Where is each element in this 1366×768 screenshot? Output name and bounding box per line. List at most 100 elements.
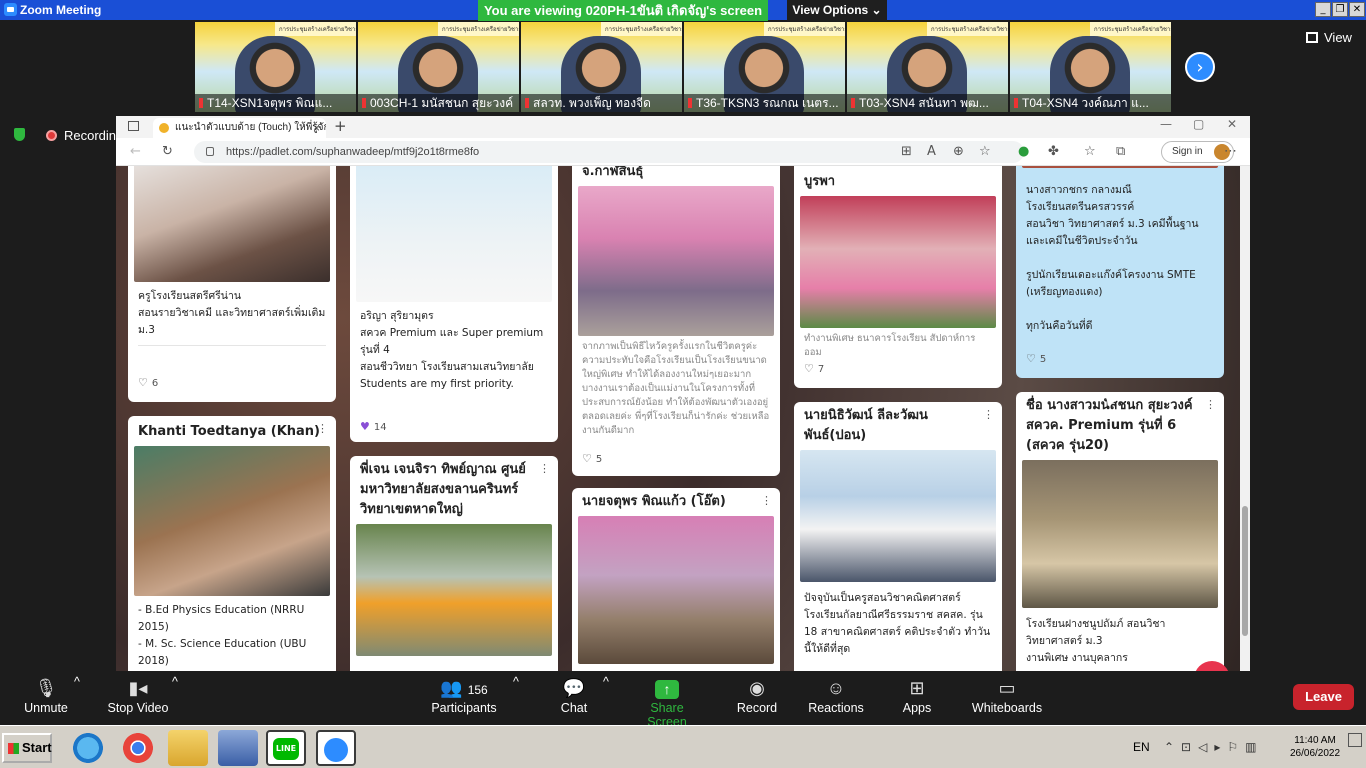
participant-name: T03-XSN4 สนันทา พฒ... <box>847 94 1008 112</box>
new-tab-button[interactable]: + <box>334 117 347 135</box>
chat-button[interactable]: 💬 Chat <box>556 675 592 715</box>
clock-time: 11:40 AM <box>1294 735 1336 746</box>
audio-options-caret-icon[interactable]: ^ <box>74 675 80 689</box>
scrollbar-thumb[interactable] <box>1242 506 1248 636</box>
zoom-icon[interactable]: ⊕ <box>953 144 964 159</box>
post-body: ครูโรงเรียนสตรีศรีน่าน สอนรายวิชาเคมี แล… <box>138 290 326 336</box>
like-button[interactable]: ♡ 6 <box>128 376 168 389</box>
post-card[interactable]: จ.กาฬสินธุ์ จากภาพเป็นพิธีไหว้ครูครั้งแร… <box>572 166 780 476</box>
record-button[interactable]: ◉ Record <box>735 675 779 715</box>
chat-caret-icon[interactable]: ^ <box>603 675 609 689</box>
collections-icon[interactable]: ⧉ <box>1116 144 1125 159</box>
video-options-caret-icon[interactable]: ^ <box>172 675 178 689</box>
tab-close-icon[interactable]: × <box>313 118 320 138</box>
read-aloud-icon[interactable]: A <box>927 144 936 159</box>
like-button[interactable]: ♡ 5 <box>572 452 612 465</box>
url-text: https://padlet.com/suphanwadeep/mtf9j2o1… <box>226 146 480 158</box>
post-menu-icon[interactable]: ⋮ <box>317 422 328 435</box>
internet-explorer-icon[interactable] <box>68 730 108 766</box>
post-menu-icon[interactable]: ⋮ <box>761 494 772 507</box>
zoom-app-icon[interactable] <box>316 730 356 766</box>
stop-video-label: Stop Video <box>107 701 169 715</box>
post-card[interactable]: ⋮ พี่เจน เจนจิรา ทิพย์ญาณ ศูนย์มหาวิทยาล… <box>350 456 558 671</box>
address-bar[interactable]: https://padlet.com/suphanwadeep/mtf9j2o1… <box>194 141 1024 163</box>
participant-name: T04-XSN4 วงค์ณภา แ... <box>1010 94 1171 112</box>
participant-thumbnail[interactable]: การประชุมสร้างเครือข่ายวิชาการ T14-XSN1จ… <box>195 22 356 112</box>
tab-title: แนะนำตัวแบบด้าย (Touch) ให้พี่รู้จัก <box>175 122 326 133</box>
apps-button[interactable]: ⊞ Apps <box>900 675 934 715</box>
tab-actions-icon[interactable] <box>128 121 139 131</box>
participant-thumbnail[interactable]: การประชุมสร้างเครือข่ายวิชาการ T04-XSN4 … <box>1010 22 1171 112</box>
post-card[interactable]: ⋮ Khanti Toedtanya (Khan) - B.Ed Physics… <box>128 416 336 671</box>
line-app-icon[interactable]: LINE <box>266 730 306 766</box>
chat-label: Chat <box>560 701 588 715</box>
chrome-icon[interactable] <box>118 730 158 766</box>
extensions-icon[interactable]: ✤ <box>1048 144 1059 159</box>
participant-name: T14-XSN1จตุพร พิณแ... <box>195 94 356 112</box>
participant-thumbnail[interactable]: การประชุมสร้างเครือข่ายวิชาการ สลวท. พวง… <box>521 22 682 112</box>
like-button[interactable]: ♡ 5 <box>1016 352 1056 365</box>
like-count: 5 <box>1039 354 1047 365</box>
app-available-icon[interactable]: ⊞ <box>901 144 912 159</box>
back-icon[interactable]: ← <box>130 144 141 159</box>
network-app-icon[interactable] <box>218 730 258 766</box>
apps-grid-icon: ⊞ <box>909 678 925 698</box>
post-card[interactable]: อริญา สุริยามุตร สควค Premium และ Super … <box>350 166 558 442</box>
browser-nav-bar: ← ↻ https://padlet.com/suphanwadeep/mtf9… <box>116 138 1250 166</box>
leave-button[interactable]: Leave <box>1293 684 1354 710</box>
participant-thumbnail[interactable]: การประชุมสร้างเครือข่ายวิชาการ T03-XSN4 … <box>847 22 1008 112</box>
language-indicator[interactable]: EN <box>1133 740 1150 754</box>
start-button[interactable]: Start <box>2 733 52 763</box>
post-card[interactable]: ครูโรงเรียนสตรีศรีน่าน สอนรายวิชาเคมี แล… <box>128 166 336 402</box>
tab-favicon-icon <box>159 123 169 133</box>
favorites-icon[interactable]: ☆ <box>1084 144 1096 159</box>
heart-icon: ♥ <box>360 420 370 433</box>
post-image <box>800 450 996 582</box>
browser-tab-bar: แนะนำตัวแบบด้าย (Touch) ให้พี่รู้จัก × +… <box>116 116 1250 138</box>
participant-thumbnail[interactable]: การประชุมสร้างเครือข่ายวิชาการ T36-TKSN3… <box>684 22 845 112</box>
security-shield-icon[interactable] <box>14 128 25 141</box>
unmute-label: Unmute <box>24 701 68 715</box>
browser-close-icon[interactable]: ✕ <box>1227 117 1237 131</box>
file-explorer-icon[interactable] <box>168 730 208 766</box>
view-options-button[interactable]: View Options ⌄ <box>787 0 887 21</box>
minimize-button[interactable]: _ <box>1315 2 1331 17</box>
close-button[interactable]: ✕ <box>1349 2 1365 17</box>
like-button[interactable]: ♡ 7 <box>794 362 834 375</box>
reload-icon[interactable]: ↻ <box>162 144 173 159</box>
post-menu-icon[interactable]: ⋮ <box>539 462 550 475</box>
post-menu-icon[interactable]: ⋮ <box>983 408 994 421</box>
clock[interactable]: 11:40 AM 26/06/2022 <box>1290 734 1340 760</box>
post-card[interactable]: ⋮ นายจตุพร พิณแก้ว (โอ๊ต) <box>572 488 780 671</box>
thumbnail-banner: การประชุมสร้างเครือข่ายวิชาการ <box>764 22 845 36</box>
maximize-button[interactable]: ❐ <box>1332 2 1348 17</box>
next-page-icon[interactable]: › <box>1185 52 1215 82</box>
participant-thumbnail[interactable]: การประชุมสร้างเครือข่ายวิชาการ 003CH-1 ม… <box>358 22 519 112</box>
tray-icons[interactable]: ⌃⊡◁▸⚐▥ <box>1164 740 1263 754</box>
like-button[interactable]: ♥ 14 <box>350 420 397 433</box>
post-image <box>1022 166 1218 168</box>
more-icon[interactable]: ⋯ <box>1224 144 1237 159</box>
participants-caret-icon[interactable]: ^ <box>513 675 519 689</box>
browser-tab[interactable]: แนะนำตัวแบบด้าย (Touch) ให้พี่รู้จัก × <box>153 118 326 138</box>
post-menu-icon[interactable]: ⋮ <box>1205 398 1216 411</box>
recording-dot-icon <box>46 130 57 141</box>
browser-restore-icon[interactable]: ▢ <box>1193 117 1204 131</box>
like-count: 7 <box>817 364 825 375</box>
view-button[interactable]: View <box>1306 30 1352 45</box>
unmute-button[interactable]: 🎙 Unmute <box>20 675 72 715</box>
participants-button[interactable]: 👥 156 Participants <box>430 675 498 715</box>
reactions-button[interactable]: ☺ Reactions <box>808 675 864 715</box>
favorite-icon[interactable]: ☆ <box>979 144 991 159</box>
post-card[interactable]: นางสาวกชกร กลางมณี โรงเรียนสตรีนครสวรรค์… <box>1016 166 1224 378</box>
show-desktop-button[interactable] <box>1348 733 1362 747</box>
extension-g-icon[interactable]: ● <box>1018 144 1029 159</box>
post-card[interactable]: บูรพา ทำงานพิเศษ ธนาคารโรงเรียน สัปดาห์ก… <box>794 166 1002 388</box>
stop-video-button[interactable]: ▮◂ Stop Video <box>104 675 172 715</box>
post-card[interactable]: ⋮ ชื่อ นางสาวมนัสชนก สุยะวงค์ สควค. Prem… <box>1016 392 1224 671</box>
browser-minimize-icon[interactable]: — <box>1160 117 1172 131</box>
recording-indicator[interactable]: Recording <box>46 128 123 143</box>
post-card[interactable]: ⋮ นายนิธิวัฒน์ ลีละวัฒน พันธ์(ปอน) ปัจจุ… <box>794 402 1002 671</box>
whiteboards-button[interactable]: ▭ Whiteboards <box>970 675 1044 715</box>
share-screen-button[interactable]: ↑ Share Screen <box>630 675 704 729</box>
